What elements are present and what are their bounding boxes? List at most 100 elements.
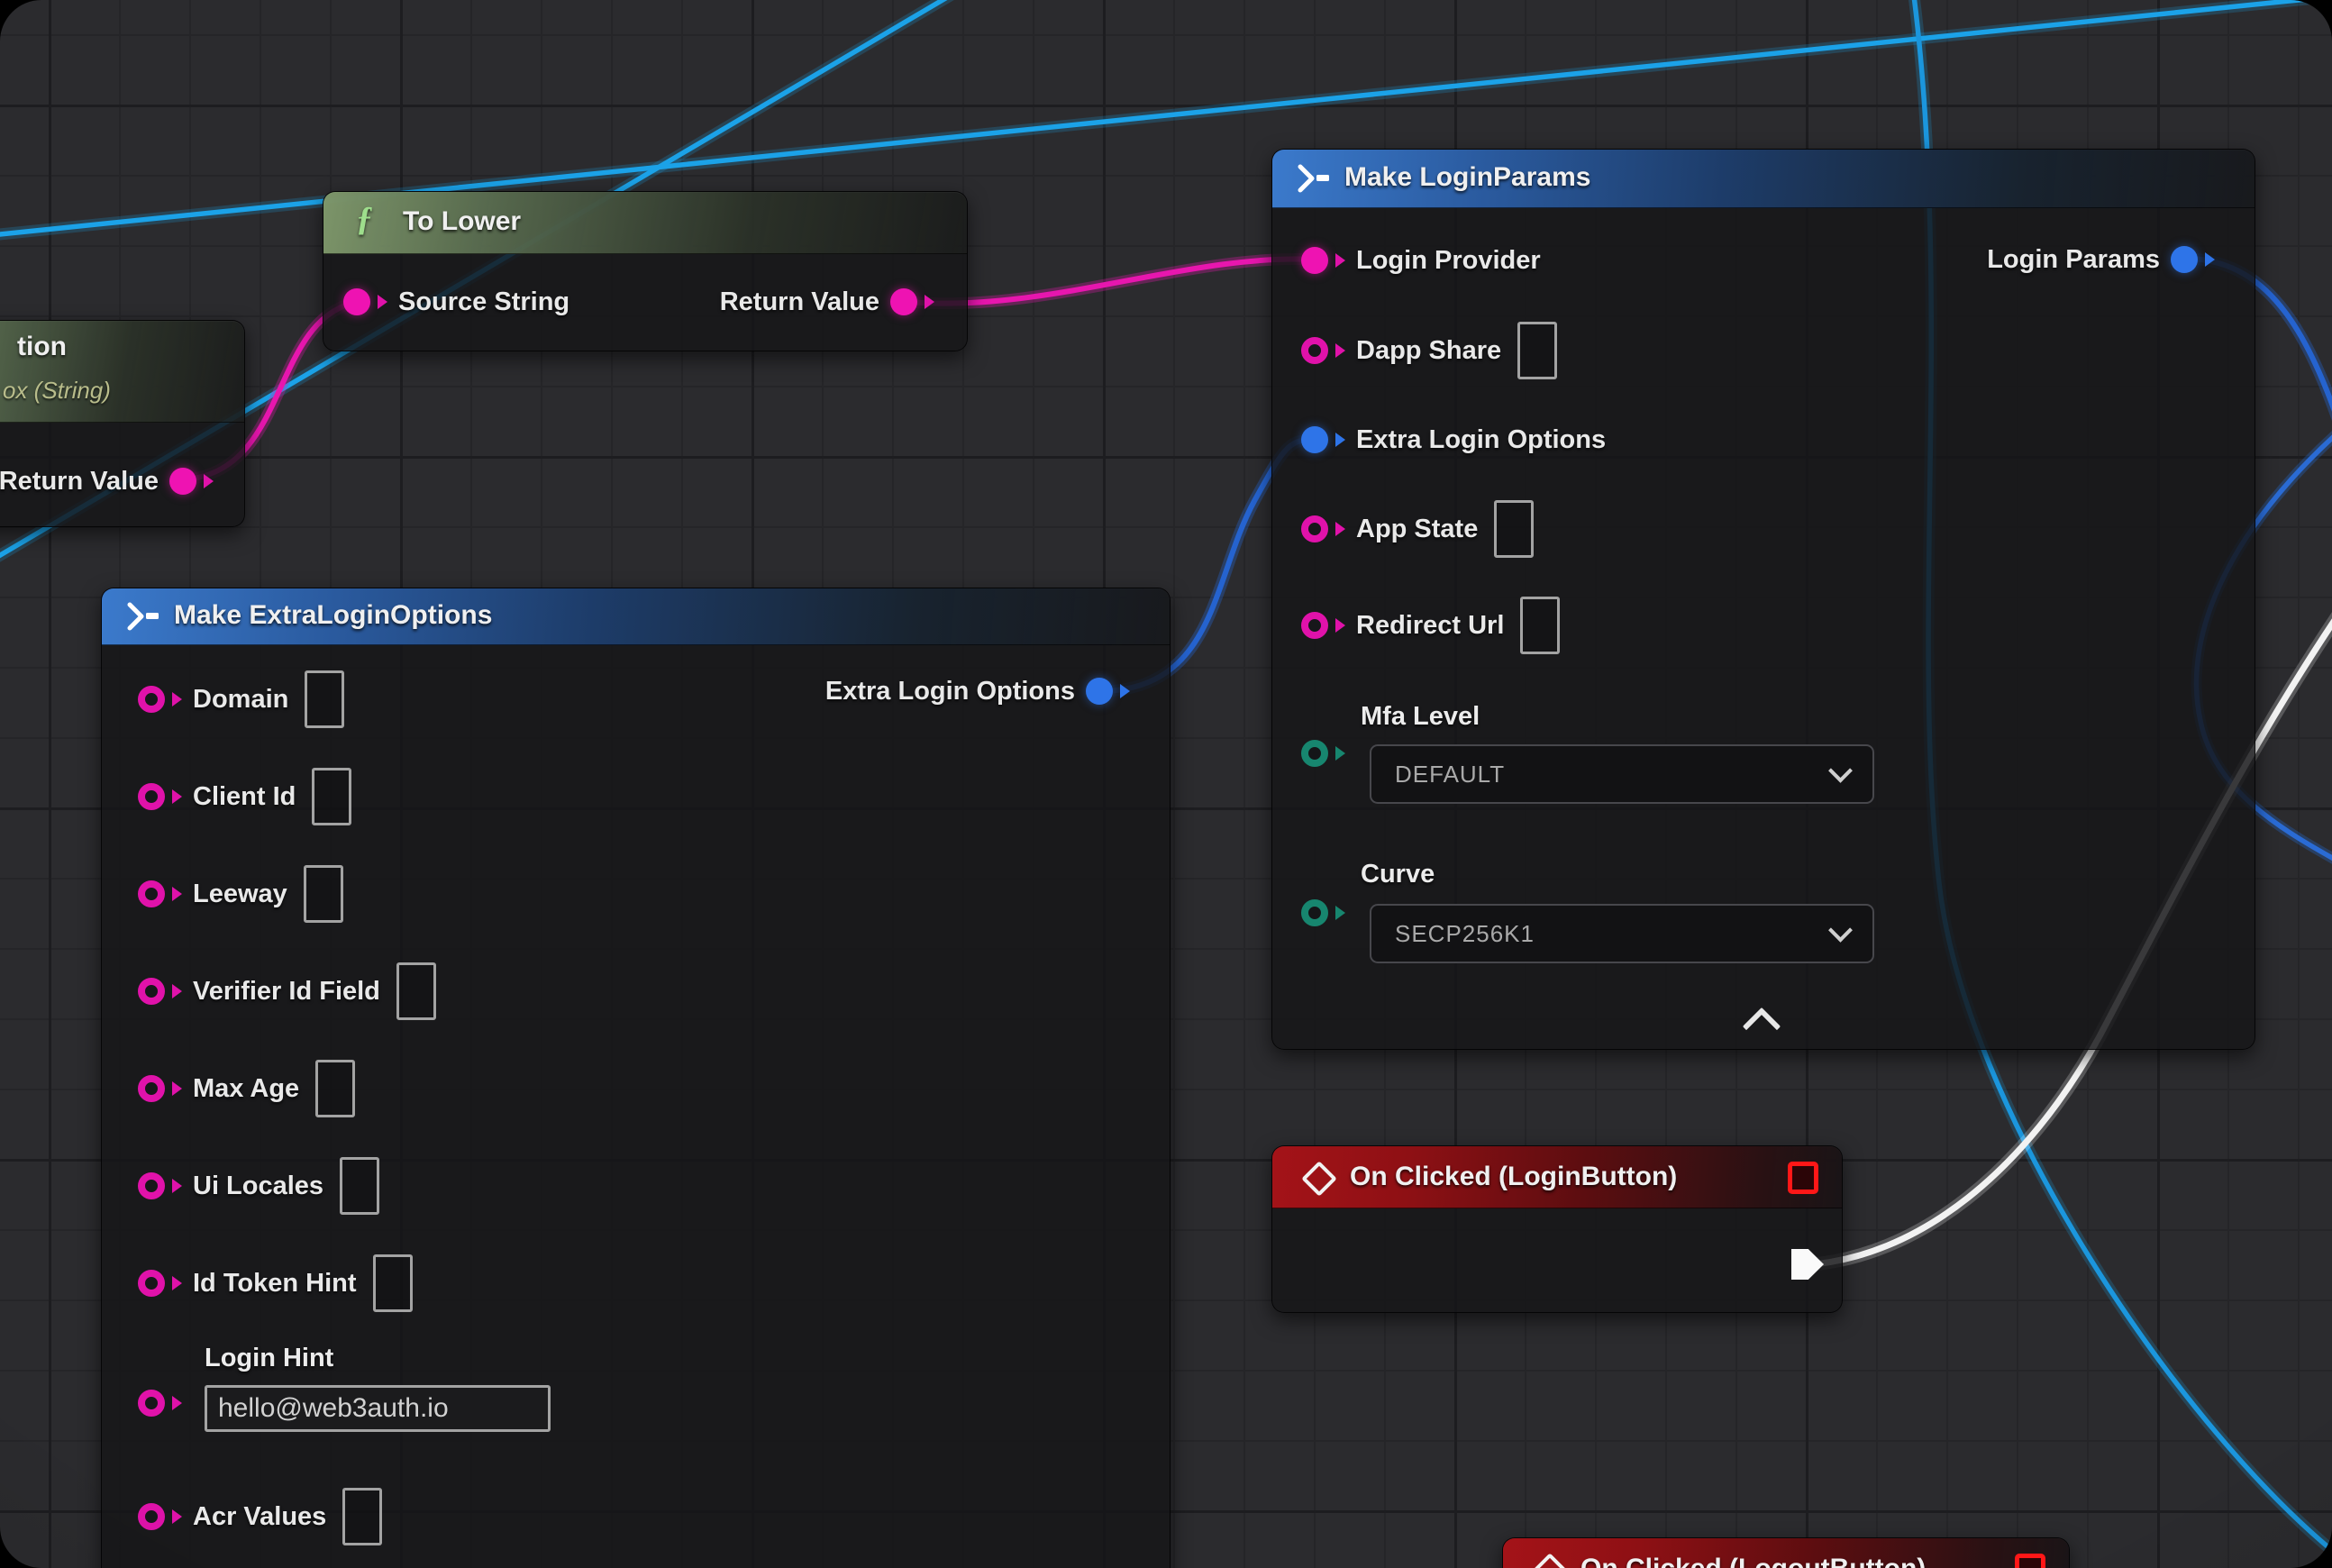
- node-onclicked-loginbutton[interactable]: On Clicked (LoginButton): [1271, 1145, 1843, 1313]
- node-partial-function[interactable]: tion ox (String) Return Value: [0, 320, 245, 527]
- pin-label: Return Value: [720, 287, 879, 317]
- blueprint-graph-canvas[interactable]: tion ox (String) Return Value ƒ To Lower…: [0, 0, 2332, 1568]
- output-row: Return Value: [0, 454, 214, 508]
- chevron-down-icon: [1828, 917, 1853, 942]
- string-input-pin[interactable]: [343, 288, 370, 315]
- login-hint-input[interactable]: [205, 1385, 551, 1432]
- text-field-empty[interactable]: [342, 1488, 382, 1545]
- pin-wedge-icon: [172, 692, 182, 707]
- pin-wedge-icon: [1335, 618, 1345, 633]
- input-row: Login Provider: [1301, 233, 1541, 287]
- input-row: Source String: [343, 275, 569, 329]
- event-binding-icon: [2015, 1554, 2045, 1568]
- pin-label: Acr Values: [193, 1502, 326, 1532]
- pin-wedge-icon: [1335, 343, 1345, 358]
- string-input-pin[interactable]: [138, 1503, 165, 1530]
- input-row: Dapp Share: [1301, 324, 1557, 378]
- string-input-pin[interactable]: [138, 978, 165, 1005]
- string-input-pin[interactable]: [1301, 247, 1328, 274]
- text-field-empty[interactable]: [1494, 500, 1534, 558]
- string-input-pin[interactable]: [138, 783, 165, 810]
- login-hint-label: Login Hint: [205, 1344, 333, 1373]
- struct-output-pin[interactable]: [2171, 246, 2198, 273]
- pin-wedge-icon: [1335, 522, 1345, 536]
- text-field-empty[interactable]: [312, 768, 351, 825]
- blueprint-editor-frame: tion ox (String) Return Value ƒ To Lower…: [0, 0, 2332, 1568]
- mfa-level-dropdown[interactable]: DEFAULT: [1370, 744, 1874, 804]
- text-field-empty[interactable]: [1517, 322, 1557, 379]
- enum-input-pin[interactable]: [1301, 899, 1328, 926]
- pin-label: Login Provider: [1356, 246, 1541, 276]
- curve-value: SECP256K1: [1395, 920, 1535, 948]
- string-input-pin[interactable]: [138, 1075, 165, 1102]
- string-input-pin[interactable]: [138, 880, 165, 907]
- node-make-extraloginoptions[interactable]: Make ExtraLoginOptions Extra Login Optio…: [101, 588, 1171, 1568]
- text-field-empty[interactable]: [315, 1060, 355, 1117]
- text-field-empty[interactable]: [304, 865, 343, 923]
- pin-label: Dapp Share: [1356, 336, 1501, 366]
- text-field-empty[interactable]: [1520, 597, 1560, 654]
- pin-label: Ui Locales: [193, 1171, 323, 1201]
- output-row: Extra Login Options: [825, 664, 1130, 718]
- pin-wedge-icon: [378, 295, 387, 309]
- input-row: Id Token Hint: [138, 1256, 413, 1310]
- string-output-pin[interactable]: [890, 288, 917, 315]
- input-row: Acr Values: [138, 1490, 382, 1544]
- chevron-down-icon: [1828, 758, 1853, 782]
- collapse-node-chevron[interactable]: [1743, 1007, 1781, 1045]
- string-input-pin[interactable]: [138, 1390, 165, 1417]
- node-onclicked-logoutbutton[interactable]: On Clicked (LogoutButton): [1502, 1537, 2070, 1568]
- pin-wedge-icon: [925, 295, 934, 309]
- node-title: tion: [17, 332, 67, 362]
- input-row: Redirect Url: [1301, 598, 1560, 652]
- string-input-pin[interactable]: [138, 1270, 165, 1297]
- pin-wedge-icon: [172, 1396, 182, 1410]
- struct-input-pin[interactable]: [1301, 426, 1328, 453]
- struct-make-icon: [125, 601, 161, 632]
- input-row: Leeway: [138, 867, 343, 921]
- string-output-pin[interactable]: [169, 468, 196, 495]
- node-subtitle: ox (String): [3, 377, 111, 405]
- node-title: On Clicked (LoginButton): [1350, 1162, 1677, 1192]
- pin-wedge-icon: [172, 1081, 182, 1096]
- struct-output-pin[interactable]: [1086, 678, 1113, 705]
- text-field-empty[interactable]: [340, 1157, 379, 1215]
- input-row-login-hint: [138, 1376, 182, 1430]
- text-field-empty[interactable]: [396, 962, 436, 1020]
- enum-input-pin[interactable]: [1301, 740, 1328, 767]
- pin-wedge-icon: [172, 789, 182, 804]
- pin-wedge-icon: [1335, 906, 1345, 920]
- wire-tolower-to-loginprovider: [910, 259, 1314, 303]
- pin-wedge-icon: [172, 887, 182, 901]
- pin-wedge-icon: [204, 474, 214, 488]
- input-row: Max Age: [138, 1062, 355, 1116]
- input-row: App State: [1301, 502, 1534, 556]
- input-row: Verifier Id Field: [138, 964, 436, 1018]
- pin-label: Login Params: [1987, 245, 2160, 275]
- input-row-mfa: [1301, 726, 1345, 780]
- text-field-empty[interactable]: [373, 1254, 413, 1312]
- node-title: Make ExtraLoginOptions: [174, 600, 492, 631]
- curve-dropdown[interactable]: SECP256K1: [1370, 904, 1874, 963]
- input-row: Ui Locales: [138, 1159, 379, 1213]
- node-make-loginparams[interactable]: Make LoginParams Login Params Login Prov…: [1271, 149, 2255, 1050]
- text-field-empty[interactable]: [305, 670, 344, 728]
- string-input-pin[interactable]: [1301, 337, 1328, 364]
- string-input-pin[interactable]: [138, 1172, 165, 1199]
- pin-label: Source String: [398, 287, 569, 317]
- function-icon: ƒ: [356, 199, 373, 239]
- output-row: Login Params: [1987, 232, 2215, 287]
- pin-wedge-icon: [1335, 746, 1345, 761]
- input-row: Domain: [138, 672, 344, 726]
- pin-label: Extra Login Options: [1356, 425, 1606, 455]
- pin-wedge-icon: [172, 1179, 182, 1193]
- string-input-pin[interactable]: [1301, 515, 1328, 542]
- string-input-pin[interactable]: [138, 686, 165, 713]
- exec-output-pin[interactable]: [1791, 1249, 1824, 1280]
- string-input-pin[interactable]: [1301, 612, 1328, 639]
- pin-wedge-icon: [172, 1276, 182, 1290]
- input-row-curve: [1301, 886, 1345, 940]
- input-row: Client Id: [138, 770, 351, 824]
- pin-wedge-icon: [172, 1509, 182, 1524]
- node-to-lower[interactable]: ƒ To Lower Source String Return Value: [323, 191, 968, 351]
